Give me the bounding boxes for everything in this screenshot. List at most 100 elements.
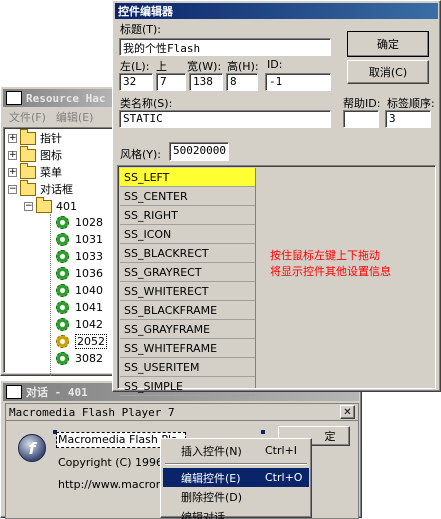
gear-icon (56, 283, 69, 297)
collapse-icon[interactable]: − (8, 184, 17, 194)
menu-item-delete-control[interactable]: 删除控件(D) (163, 487, 309, 506)
control-editor-title: 控件编辑器 (118, 5, 173, 18)
menu-item-label: 删除控件(D) (181, 490, 243, 504)
menu-item-insert-control[interactable]: 插入控件(N) Ctrl+I (163, 441, 309, 460)
style-item-label: SS_ICON (124, 227, 172, 241)
top-input[interactable]: 7 (156, 73, 186, 91)
menu-bar: 文件(F) 编辑(E) (3, 108, 115, 126)
control-editor-titlebar[interactable]: 控件编辑器 (115, 3, 438, 19)
menu-item-label: 插入控件(N) (181, 444, 242, 458)
folder-icon (20, 128, 36, 145)
style-item[interactable]: SS_BLACKRECT (120, 244, 255, 263)
gear-icon (56, 215, 69, 229)
gear-icon (56, 300, 69, 314)
id-label: ID: (267, 58, 283, 71)
expand-icon[interactable]: + (8, 133, 17, 143)
tree-leaf-label: 1040 (75, 283, 103, 297)
caption-input[interactable]: 我的个性Flash (119, 38, 331, 56)
helpid-input[interactable] (343, 110, 379, 128)
height-input[interactable]: 8 (226, 73, 258, 91)
tree-node-cursor[interactable]: + 指针 (8, 128, 62, 146)
resource-tree[interactable]: + 指针 + 图标 + 菜单 − 对话框 − 401 1028 1031 103… (3, 127, 117, 376)
ok-button[interactable]: 确定 (347, 31, 429, 57)
style-item[interactable]: SS_ICON (120, 225, 255, 244)
classname-input-value: STATIC (123, 112, 163, 125)
tree-node-menu[interactable]: + 菜单 (8, 162, 62, 180)
style-item-label: SS_GRAYFRAME (124, 322, 211, 336)
style-item[interactable]: SS_GRAYRECT (120, 263, 255, 282)
flash-logo-icon: f (18, 434, 46, 462)
open-folder-icon (20, 179, 36, 196)
left-input[interactable]: 32 (119, 73, 153, 91)
style-panel[interactable]: SS_LEFT SS_CENTER SS_RIGHT SS_ICON SS_BL… (117, 165, 436, 396)
collapse-icon[interactable]: − (24, 201, 33, 211)
close-icon: ✕ (343, 406, 352, 418)
tree-leaf-lang[interactable]: 1042 (56, 316, 103, 332)
tree-node-dialog[interactable]: − 对话框 (8, 179, 73, 197)
resource-hacker-title: Resource Hac (26, 91, 106, 105)
drag-hint: 按住鼠标左键上下拖动 将显示控件其他设置信息 (270, 248, 430, 280)
menu-item-edit-control[interactable]: 编辑控件(E) Ctrl+O (163, 468, 309, 487)
style-list[interactable]: SS_LEFT SS_CENTER SS_RIGHT SS_ICON SS_BL… (120, 168, 256, 396)
tree-leaf-lang[interactable]: 1036 (56, 265, 103, 281)
style-input-value: 50020000 (173, 144, 226, 157)
tree-leaf-lang[interactable]: 1033 (56, 248, 103, 264)
taborder-input[interactable]: 3 (385, 110, 431, 128)
open-folder-icon (36, 196, 52, 213)
resize-handle-icon[interactable] (53, 430, 57, 434)
height-input-value: 8 (230, 75, 237, 88)
folder-icon (20, 145, 36, 162)
style-item[interactable]: SS_SIMPLE (120, 377, 255, 396)
close-button[interactable]: ✕ (340, 405, 355, 419)
tree-leaf-lang[interactable]: 1028 (56, 214, 103, 230)
flash-dialog-title: Macromedia Flash Player 7 (9, 405, 175, 419)
resource-hacker-titlebar[interactable]: Resource Hac (3, 89, 115, 107)
tree-leaf-lang[interactable]: 1040 (56, 282, 103, 298)
cancel-button-label: 取消(C) (368, 66, 408, 79)
tree-leaf-label: 2052 (75, 333, 107, 349)
tree-node-401[interactable]: − 401 (24, 196, 77, 214)
flash-ok-label: 定 (324, 430, 336, 443)
classname-input[interactable]: STATIC (119, 110, 331, 128)
height-label: 高(H): (227, 60, 259, 73)
style-item[interactable]: SS_WHITERECT (120, 282, 255, 301)
gear-icon (56, 232, 69, 246)
style-label: 风格(Y): (120, 148, 162, 161)
tree-node-icon[interactable]: + 图标 (8, 145, 62, 163)
context-menu: 插入控件(N) Ctrl+I 编辑控件(E) Ctrl+O 删除控件(D) 编辑… (160, 438, 312, 519)
resize-handle-icon[interactable] (261, 430, 265, 434)
style-item-label: SS_BLACKFRAME (124, 303, 218, 317)
app-icon (6, 91, 22, 105)
style-item[interactable]: SS_USERITEM (120, 358, 255, 377)
style-item-label: SS_RIGHT (124, 208, 178, 222)
classname-label: 类名称(S): (120, 97, 173, 110)
tree-leaf-lang[interactable]: 3082 (56, 350, 103, 366)
id-input[interactable]: -1 (265, 73, 331, 91)
style-item-selected[interactable]: SS_LEFT (120, 168, 255, 187)
width-input[interactable]: 138 (189, 73, 223, 91)
tree-leaf-label: 3082 (75, 351, 103, 365)
taborder-input-value: 3 (389, 112, 396, 125)
drag-hint-line1: 按住鼠标左键上下拖动 (270, 249, 380, 262)
tree-leaf-lang[interactable]: 1041 (56, 299, 103, 315)
style-input[interactable]: 50020000 (169, 142, 229, 161)
style-item[interactable]: SS_GRAYFRAME (120, 320, 255, 339)
expand-icon[interactable]: + (8, 150, 17, 160)
resource-hacker-window: Resource Hac 文件(F) 编辑(E) + 指针 + 图标 + 菜单 … (0, 86, 118, 376)
style-item[interactable]: SS_WHITEFRAME (120, 339, 255, 358)
menu-file[interactable]: 文件(F) (9, 109, 46, 125)
tree-leaf-label: 1031 (75, 232, 103, 246)
tree-node-label: 对话框 (40, 183, 73, 196)
style-item[interactable]: SS_RIGHT (120, 206, 255, 225)
tree-node-label: 菜单 (40, 166, 62, 179)
style-item[interactable]: SS_BLACKFRAME (120, 301, 255, 320)
style-item[interactable]: SS_CENTER (120, 187, 255, 206)
tree-leaf-label: 1041 (75, 300, 103, 314)
caption-input-value: 我的个性Flash (123, 42, 201, 55)
tree-leaf-lang-selected[interactable]: 2052 (56, 333, 107, 349)
top-label: 上 (156, 60, 167, 73)
tree-leaf-lang[interactable]: 1031 (56, 231, 103, 247)
cancel-button[interactable]: 取消(C) (347, 60, 429, 84)
menu-edit[interactable]: 编辑(E) (56, 109, 94, 125)
expand-icon[interactable]: + (8, 167, 17, 177)
